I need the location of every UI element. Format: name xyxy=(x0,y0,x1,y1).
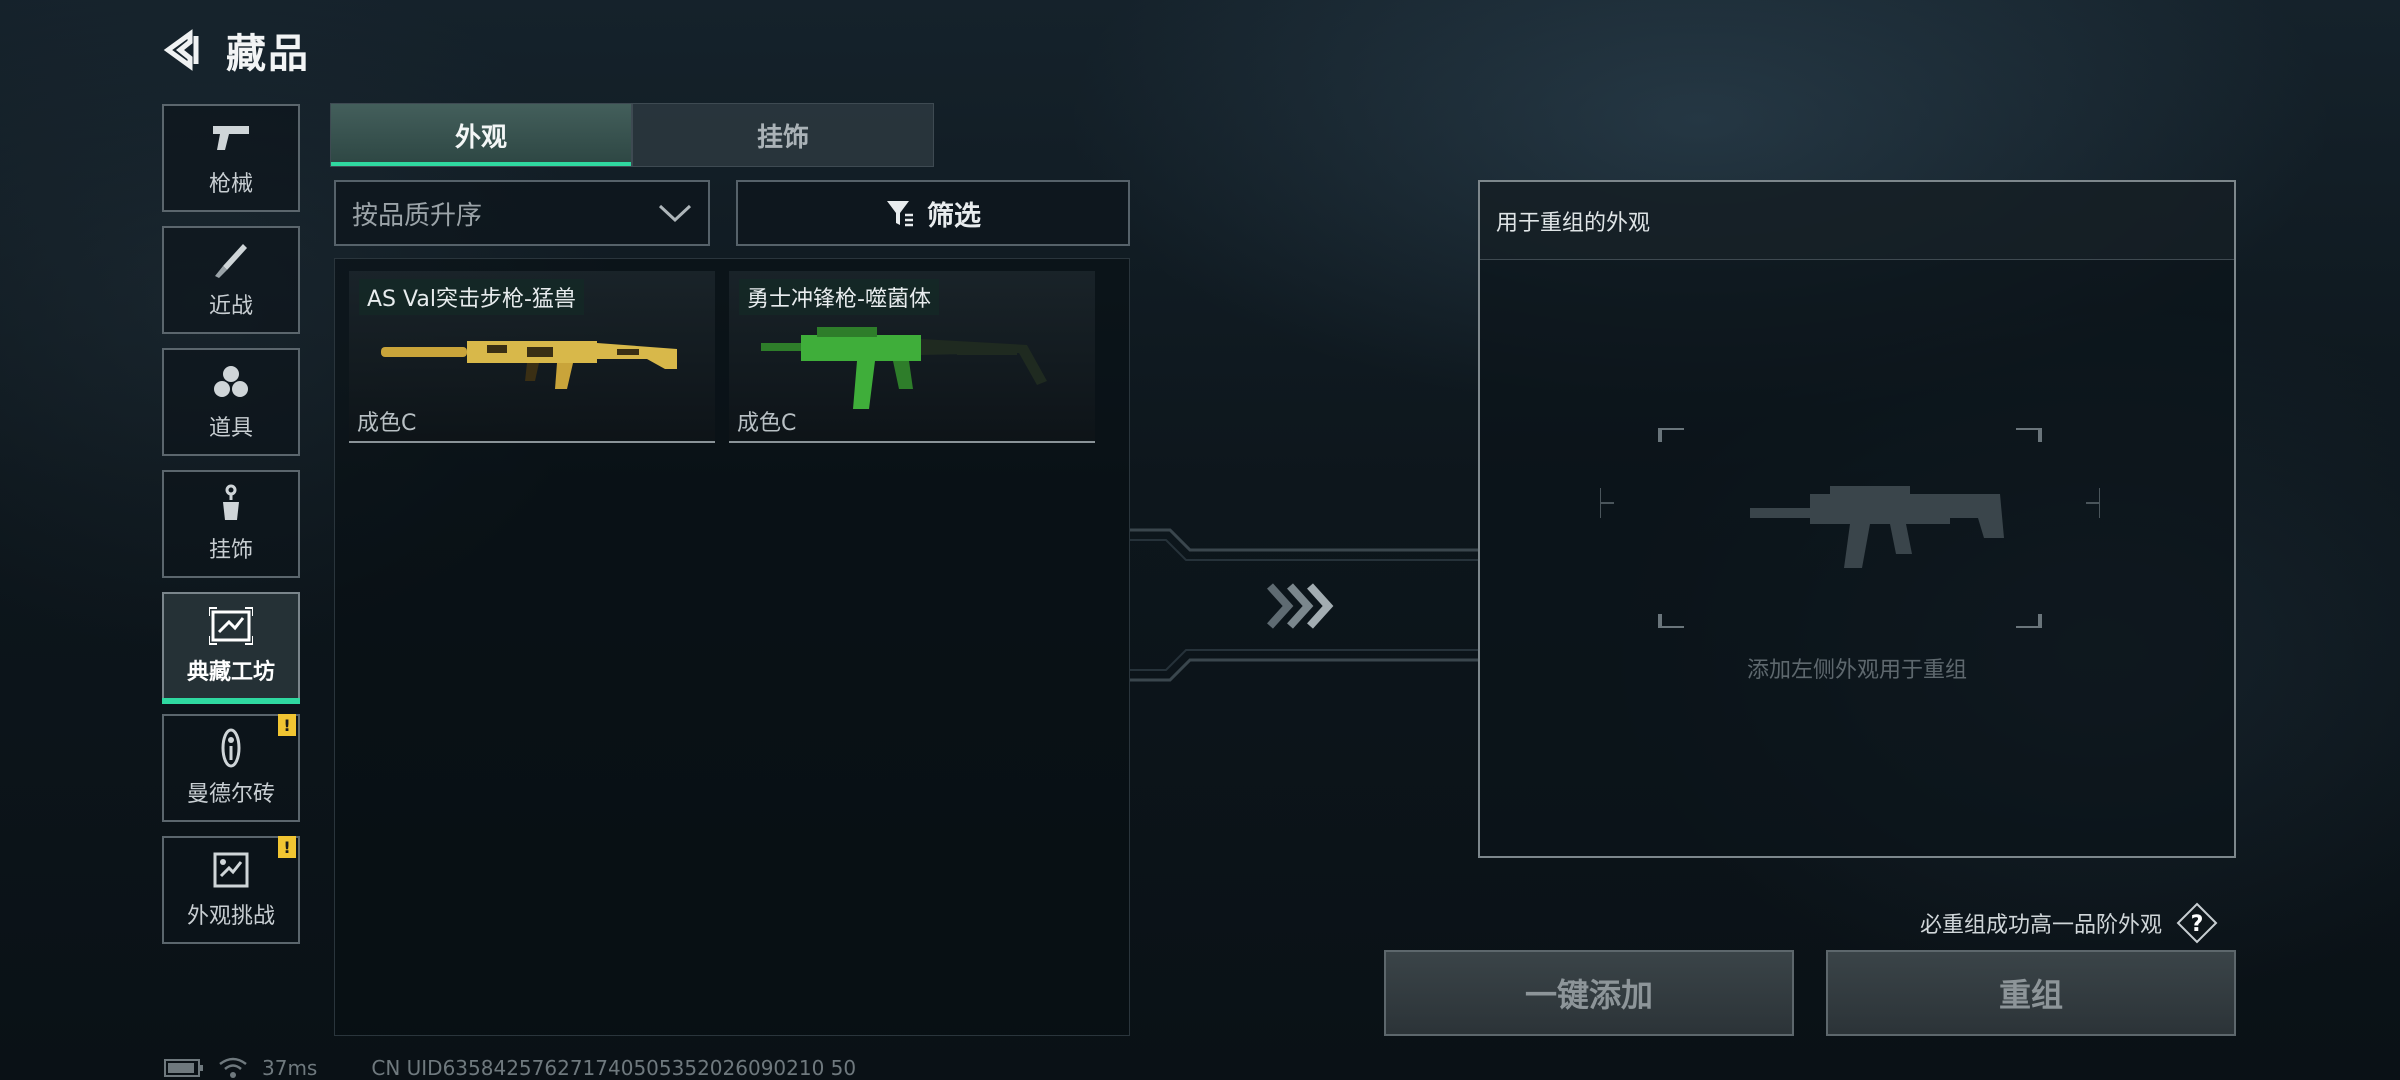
tab-charms[interactable]: 挂饰 xyxy=(632,103,934,167)
tab-bar: 外观 挂饰 xyxy=(330,103,934,167)
sidebar-item-label: 道具 xyxy=(208,416,253,441)
recombine-panel: 用于重组的外观 添加左侧外观用于重组 xyxy=(1478,180,2236,858)
recombine-button[interactable]: 重组 xyxy=(1826,950,2236,1036)
filter-button[interactable]: 筛选 xyxy=(736,180,1130,246)
sidebar-item-mandel-brick[interactable]: ! 曼德尔砖 xyxy=(162,714,300,822)
challenge-icon xyxy=(213,852,249,888)
sidebar-item-label: 曼德尔砖 xyxy=(186,782,275,807)
wifi-icon xyxy=(219,1057,247,1078)
skin-card[interactable]: AS Val突击步枪-猛兽 成色C xyxy=(349,271,715,443)
help-icon[interactable]: ? xyxy=(2176,902,2218,944)
mandel-brick-icon xyxy=(221,728,241,768)
charm-icon xyxy=(223,484,239,520)
sidebar-item-appearance-challenge[interactable]: ! 外观挑战 xyxy=(162,836,300,944)
sort-dropdown[interactable]: 按品质升序 xyxy=(334,180,710,246)
user-uid: CN UID635842576271740505352026090210 50 xyxy=(371,1056,857,1080)
sidebar-item-label: 挂饰 xyxy=(208,538,253,563)
recombine-panel-title: 用于重组的外观 xyxy=(1496,210,1651,236)
transfer-arrows-icon xyxy=(1130,528,1480,682)
sidebar-item-label: 近战 xyxy=(208,294,253,319)
sort-dropdown-value: 按品质升序 xyxy=(352,200,483,231)
guarantee-info: 必重组成功高一品阶外观 ? xyxy=(1920,902,2218,944)
alert-badge: ! xyxy=(278,714,296,736)
filter-icon xyxy=(887,201,913,227)
knife-icon xyxy=(215,244,247,278)
sidebar-item-items[interactable]: 道具 xyxy=(162,348,300,456)
filter-button-label: 筛选 xyxy=(927,200,981,232)
chevron-down-icon xyxy=(658,204,692,223)
smg-icon xyxy=(761,327,1047,409)
add-all-button[interactable]: 一键添加 xyxy=(1384,950,1794,1036)
skin-name: AS Val突击步枪-猛兽 xyxy=(359,279,584,315)
back-arrow-icon[interactable] xyxy=(160,28,204,72)
rifle-icon xyxy=(381,341,677,389)
rifle-placeholder-icon xyxy=(1750,486,2004,568)
page-header: 藏品 xyxy=(160,22,310,78)
skin-grade: 成色C xyxy=(357,411,417,436)
page-title: 藏品 xyxy=(226,31,310,77)
recombine-panel-header: 用于重组的外观 xyxy=(1480,182,2234,260)
skin-name: 勇士冲锋枪-噬菌体 xyxy=(739,279,939,315)
sidebar-item-charms[interactable]: 挂饰 xyxy=(162,470,300,578)
sidebar-item-label: 外观挑战 xyxy=(186,904,275,929)
help-icon-glyph: ? xyxy=(2191,912,2204,937)
sidebar-item-melee[interactable]: 近战 xyxy=(162,226,300,334)
sidebar-item-workshop[interactable]: 典藏工坊 xyxy=(162,592,300,704)
skin-grid: AS Val突击步枪-猛兽 成色C 勇士冲锋枪-噬菌体 成色C xyxy=(334,258,1130,1036)
alert-badge: ! xyxy=(278,836,296,858)
empty-skin-slot[interactable] xyxy=(1600,428,2100,628)
ping-value: 37ms xyxy=(262,1056,318,1080)
grenade-icon xyxy=(214,366,248,397)
skin-grade: 成色C xyxy=(737,411,797,436)
sidebar-item-guns[interactable]: 枪械 xyxy=(162,104,300,212)
status-footer: 37ms CN UID63584257627174050535202609021… xyxy=(164,1056,856,1080)
sidebar-item-label: 枪械 xyxy=(208,172,253,197)
sidebar-item-label: 典藏工坊 xyxy=(186,660,275,685)
tab-appearance[interactable]: 外观 xyxy=(330,103,632,167)
recombine-empty-hint: 添加左侧外观用于重组 xyxy=(1746,658,1967,683)
guarantee-text: 必重组成功高一品阶外观 xyxy=(1920,913,2163,938)
skin-card[interactable]: 勇士冲锋枪-噬菌体 成色C xyxy=(729,271,1095,443)
battery-icon xyxy=(164,1059,203,1077)
pistol-icon xyxy=(213,126,249,150)
workshop-icon xyxy=(209,607,253,645)
